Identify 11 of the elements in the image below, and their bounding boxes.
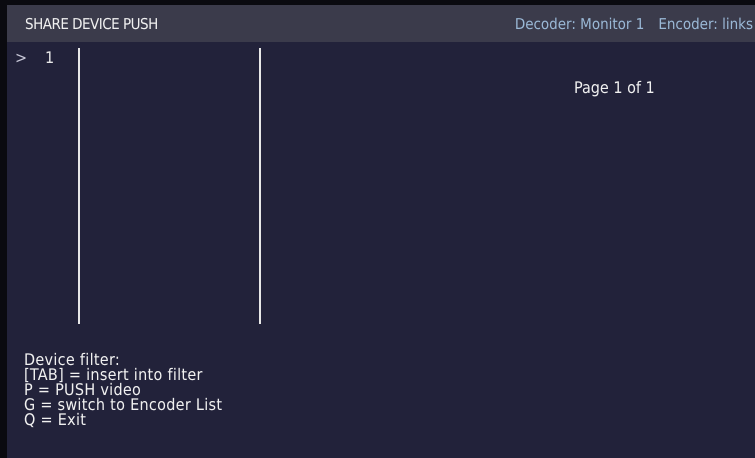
- help-line: P = PUSH video: [24, 382, 142, 397]
- screen-title: SHARE DEVICE PUSH: [25, 14, 158, 32]
- decoder-label: Decoder: Monitor 1: [514, 14, 644, 32]
- help-line: G = switch to Encoder List: [24, 397, 224, 412]
- help-line: Device filter:: [24, 352, 120, 367]
- row-number[interactable]: 1: [45, 48, 54, 67]
- row-cursor: >: [15, 48, 28, 67]
- page-indicator: Page 1 of 1: [574, 78, 655, 97]
- encoder-label: Encoder: links: [658, 14, 753, 32]
- help-line: [TAB] = insert into filter: [24, 367, 204, 382]
- help-line: Q = Exit: [24, 412, 86, 427]
